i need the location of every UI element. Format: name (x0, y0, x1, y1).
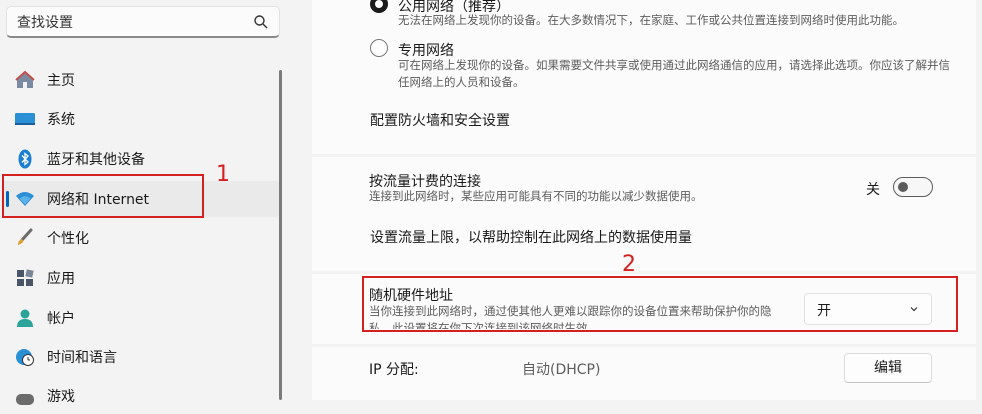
annotation-box-1 (2, 174, 204, 218)
data-limit-link[interactable]: 设置流量上限，以帮助控制在此网络上的数据使用量 (370, 227, 692, 247)
main-content: 公用网络（推荐） 无法在网络上发现你的设备。在大多数情况下，在家庭、工作或公共位… (312, 0, 976, 400)
system-icon (15, 113, 35, 125)
sidebar-item-label: 应用 (47, 271, 75, 287)
brush-icon (18, 228, 33, 245)
annotation-box-2 (362, 276, 958, 332)
toggle-knob (898, 182, 908, 192)
sidebar-item-home[interactable]: 主页 (2, 62, 280, 98)
sidebar-item-system[interactable]: 系统 (2, 101, 280, 137)
sidebar-scrollbar[interactable] (279, 70, 282, 400)
person-icon (17, 309, 33, 327)
search-icon[interactable] (253, 14, 269, 30)
sidebar-item-label: 个性化 (47, 231, 89, 247)
ip-value: 自动(DHCP) (522, 362, 601, 378)
sidebar-item-accounts[interactable]: 帐户 (2, 300, 280, 336)
sidebar-item-label: 主页 (47, 73, 75, 89)
sidebar-item-gaming[interactable]: 游戏 (2, 378, 280, 414)
metered-desc: 连接到此网络时，某些应用可能具有不同的功能以减少数据使用。 (369, 189, 703, 203)
annotation-label-1: 1 (216, 162, 230, 187)
metered-toggle-label: 关 (866, 182, 880, 198)
metered-connection-card: 按流量计费的连接 连接到此网络时，某些应用可能具有不同的功能以减少数据使用。 关… (312, 157, 976, 271)
apps-icon (17, 269, 34, 286)
search-input[interactable] (15, 12, 249, 34)
search-box[interactable] (6, 6, 280, 38)
ip-assignment-card: IP 分配: 自动(DHCP) 编辑 (312, 347, 976, 400)
sidebar-item-bluetooth[interactable]: 蓝牙和其他设备 (2, 141, 280, 177)
metered-toggle[interactable] (893, 177, 933, 197)
sidebar-item-label: 时间和语言 (47, 350, 117, 366)
sidebar-item-time-language[interactable]: 时间和语言 (2, 339, 280, 375)
annotation-label-2: 2 (622, 252, 636, 277)
sidebar-item-personalization[interactable]: 个性化 (2, 220, 280, 256)
clock-globe-icon (16, 349, 34, 366)
public-network-radio[interactable] (370, 0, 388, 13)
private-network-desc: 可在网络上发现你的设备。如果需要文件共享或使用通过此网络通信的应用，请选择此选项… (398, 58, 950, 89)
sidebar-item-label: 蓝牙和其他设备 (47, 152, 145, 168)
firewall-settings-link[interactable]: 配置防火墙和安全设置 (370, 110, 510, 130)
bluetooth-icon (18, 149, 32, 169)
sidebar-item-apps[interactable]: 应用 (2, 260, 280, 296)
home-icon (15, 70, 35, 88)
gamepad-icon (16, 394, 34, 405)
ip-edit-button[interactable]: 编辑 (844, 353, 932, 383)
private-network-radio[interactable] (370, 39, 388, 57)
sidebar-item-label: 系统 (47, 112, 75, 128)
sidebar-item-label: 游戏 (47, 389, 75, 405)
public-network-desc: 无法在网络上发现你的设备。在大多数情况下，在家庭、工作或公共位置连接到网络时使用… (398, 13, 904, 27)
ip-label: IP 分配: (369, 362, 419, 378)
network-profile-card: 公用网络（推荐） 无法在网络上发现你的设备。在大多数情况下，在家庭、工作或公共位… (312, 0, 976, 154)
sidebar-item-label: 帐户 (47, 311, 75, 327)
